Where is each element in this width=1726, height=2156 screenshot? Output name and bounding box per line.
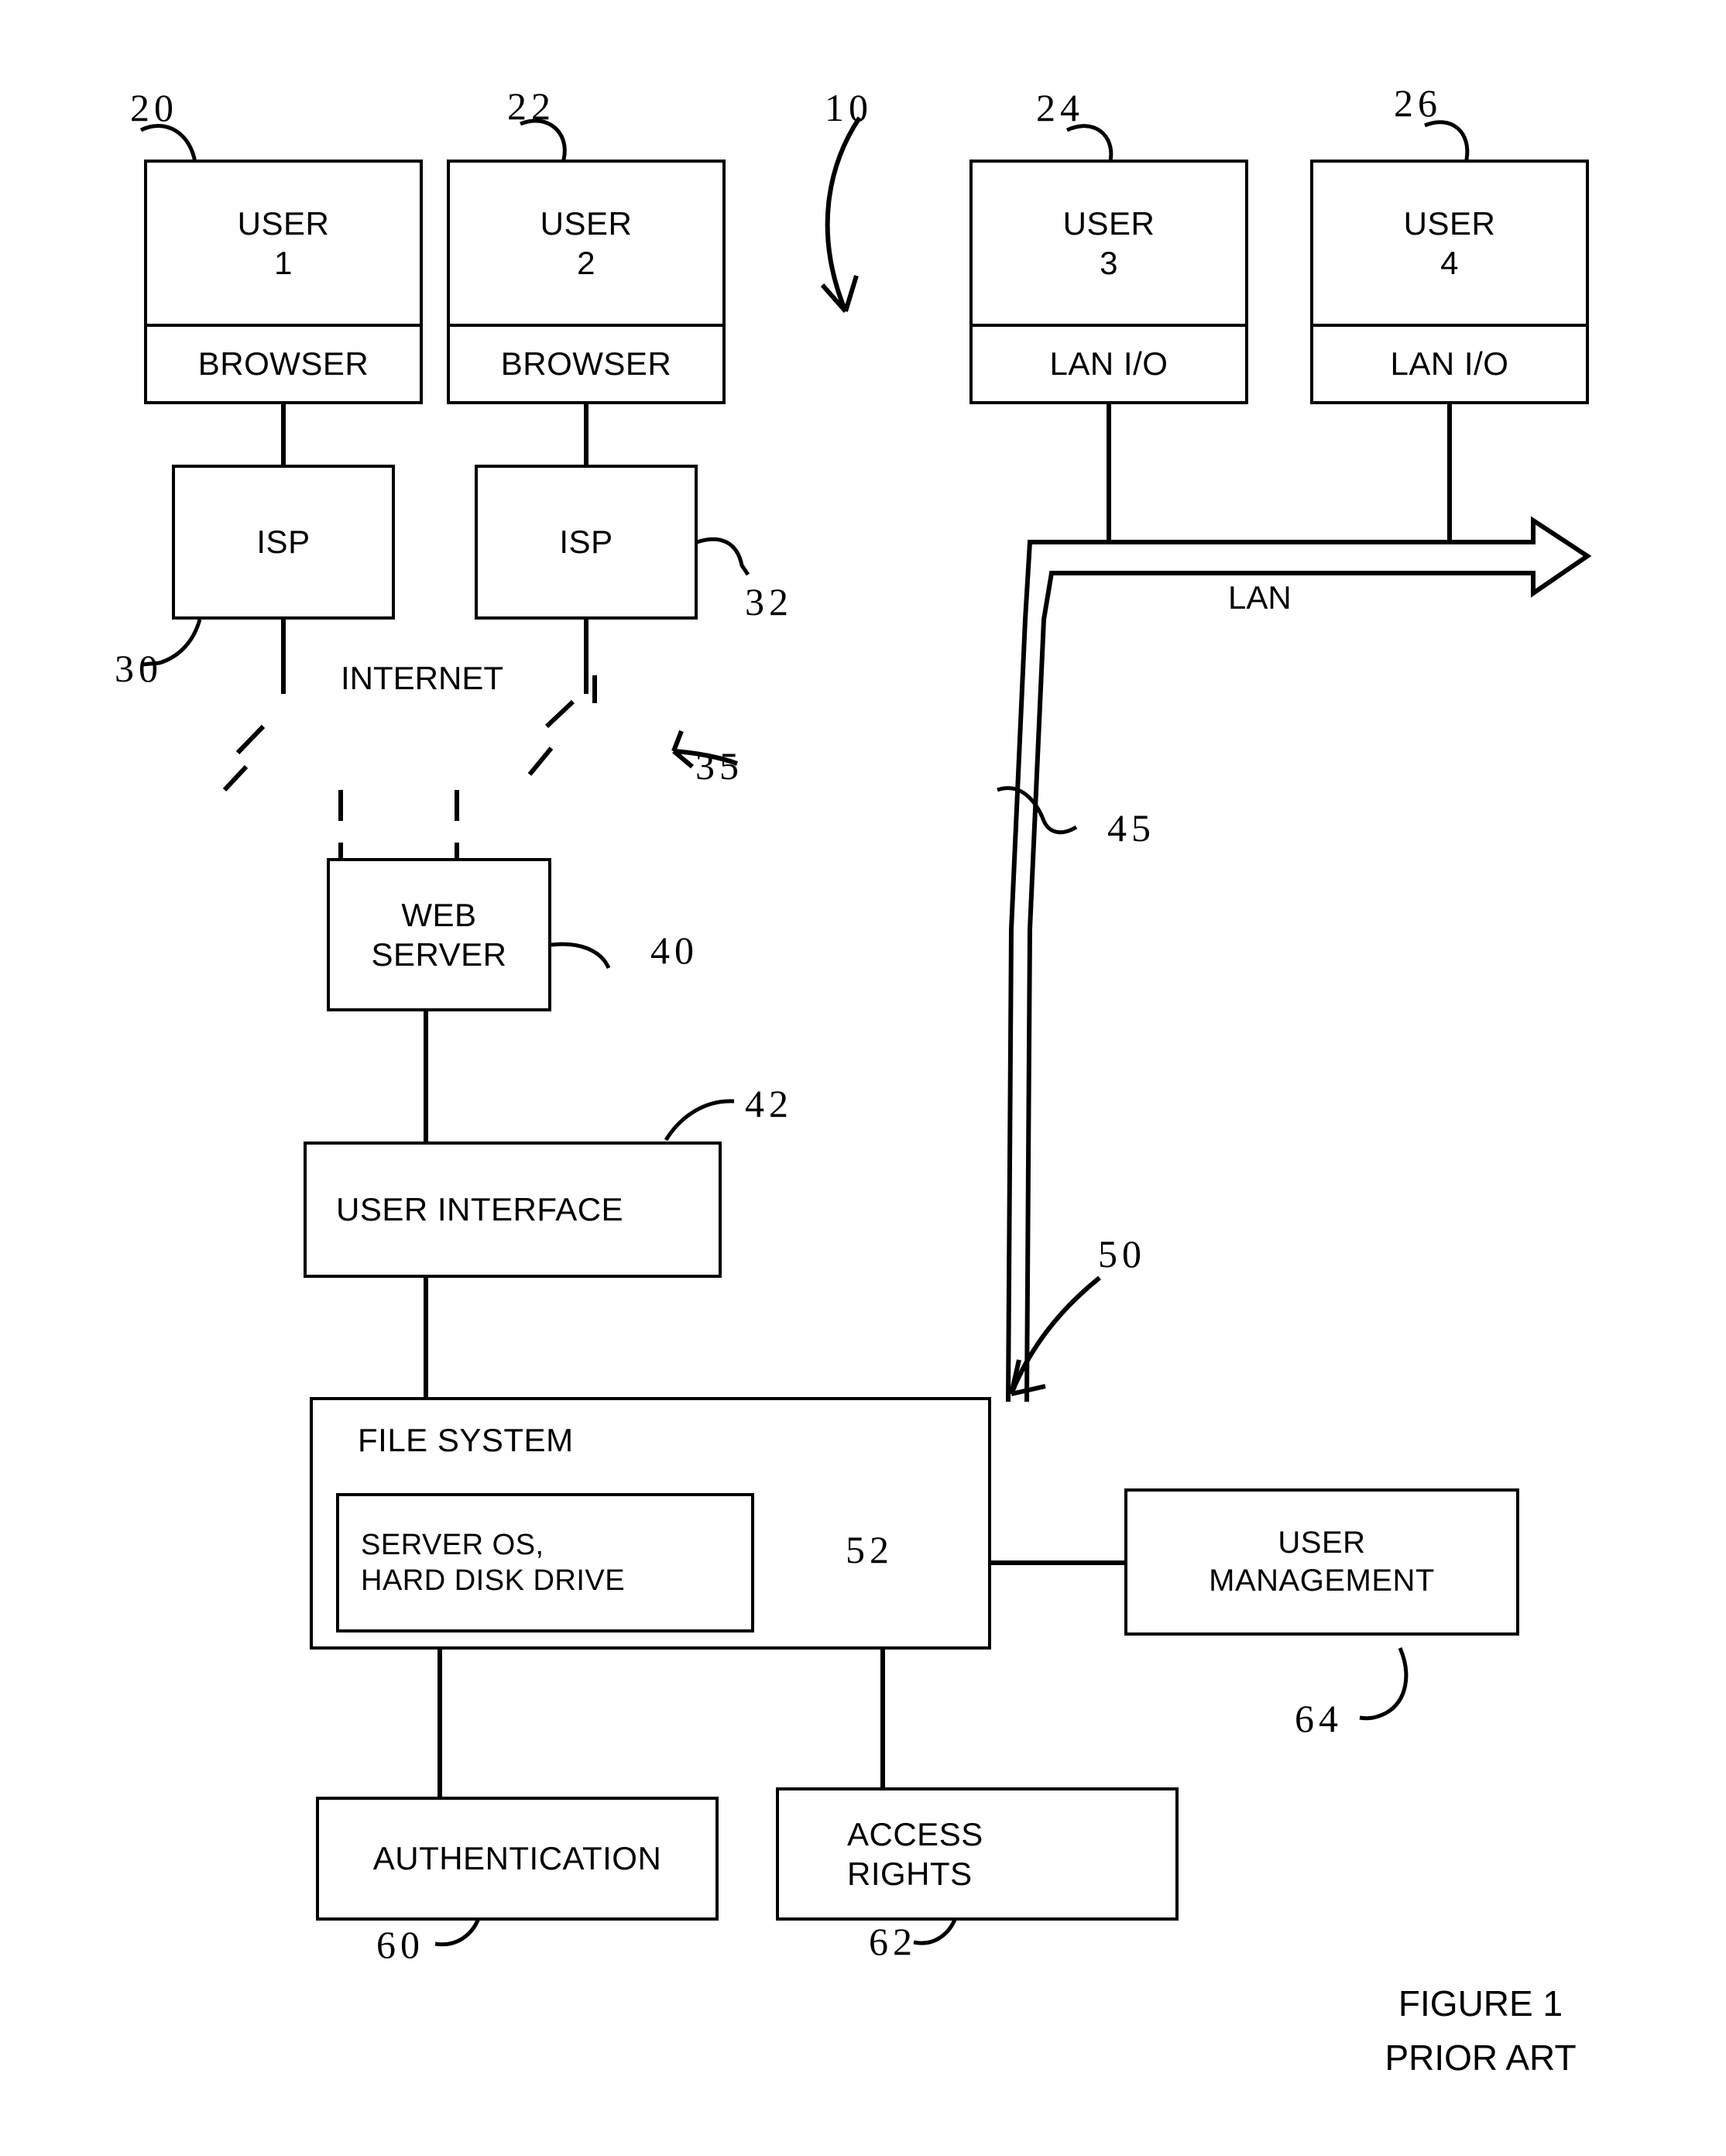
leader-50-curve: [1009, 1275, 1101, 1396]
lan-bus-arrow: [1006, 516, 1592, 1402]
node-server-os: SERVER OS, HARD DISK DRIVE: [336, 1493, 754, 1632]
node-user-interface: USER INTERFACE: [304, 1142, 722, 1278]
user2-title-label: USER 2: [540, 204, 633, 281]
authentication-label: AUTHENTICATION: [372, 1840, 662, 1877]
ref-42: 42: [745, 1082, 793, 1125]
ref-22: 22: [507, 84, 555, 128]
user4-lanio-label: LAN I/O: [1390, 345, 1509, 383]
node-user1-title: USER 1: [144, 160, 423, 327]
user3-title-label: USER 3: [1062, 204, 1155, 281]
file-system-label: FILE SYSTEM: [358, 1422, 574, 1458]
leader-32: [696, 537, 750, 576]
ref-30: 30: [115, 647, 163, 690]
internet-burst-2: [222, 764, 249, 792]
ref-32: 32: [745, 580, 793, 623]
user1-browser-label: BROWSER: [197, 345, 369, 383]
web-server-label: WEB SERVER: [371, 896, 507, 973]
server-os-label: SERVER OS, HARD DISK DRIVE: [361, 1528, 626, 1597]
user3-lanio-label: LAN I/O: [1049, 345, 1168, 383]
ref-35: 35: [695, 744, 743, 788]
user-interface-label: USER INTERFACE: [336, 1191, 624, 1228]
ref-24: 24: [1036, 86, 1084, 129]
isp2-label: ISP: [559, 524, 613, 561]
internet-burst-4: [527, 747, 554, 776]
internet-burst-1: [235, 724, 266, 755]
node-user2-title: USER 2: [447, 160, 726, 327]
figure-caption-line2: PRIOR ART: [1385, 2038, 1577, 2078]
isp1-label: ISP: [256, 524, 311, 561]
ref-64: 64: [1295, 1697, 1343, 1740]
leader-64: [1359, 1646, 1409, 1721]
ref-50: 50: [1098, 1232, 1146, 1275]
ref-40: 40: [650, 929, 698, 972]
node-access-rights: ACCESS RIGHTS: [776, 1787, 1179, 1921]
leader-42: [664, 1099, 735, 1142]
figure-caption-line1: FIGURE 1: [1398, 1983, 1563, 2024]
ref-60: 60: [376, 1923, 424, 1966]
user2-browser-label: BROWSER: [500, 345, 672, 383]
node-web-server: WEB SERVER: [327, 858, 551, 1011]
node-user4-title: USER 4: [1310, 160, 1589, 327]
ref-52: 52: [846, 1528, 894, 1571]
node-isp1: ISP: [172, 465, 395, 620]
internet-label: INTERNET: [341, 660, 503, 696]
user-management-label: USER MANAGEMENT: [1209, 1526, 1435, 1598]
node-user2-browser: BROWSER: [447, 327, 726, 404]
leader-40: [551, 942, 611, 970]
patent-figure-page: USER 1 BROWSER 20 USER 2 BROWSER 22 10 U…: [0, 0, 1726, 2156]
node-user4-lanio: LAN I/O: [1310, 327, 1589, 404]
ref-62: 62: [869, 1920, 917, 1963]
node-isp2: ISP: [475, 465, 698, 620]
ref-10: 10: [825, 86, 873, 129]
node-user-management: USER MANAGEMENT: [1124, 1488, 1519, 1636]
node-user3-title: USER 3: [969, 160, 1248, 327]
access-rights-label: ACCESS RIGHTS: [847, 1815, 983, 1892]
ref-45: 45: [1107, 806, 1155, 850]
ref-26: 26: [1394, 81, 1442, 125]
ref-20: 20: [130, 86, 178, 129]
node-user1-browser: BROWSER: [144, 327, 423, 404]
lan-label: LAN: [1228, 579, 1292, 616]
user4-title-label: USER 4: [1403, 204, 1496, 281]
node-user3-lanio: LAN I/O: [969, 327, 1248, 404]
internet-burst-3: [544, 699, 575, 729]
leader-35-arrowhead: [671, 730, 694, 769]
user1-title-label: USER 1: [237, 204, 330, 281]
node-authentication: AUTHENTICATION: [316, 1797, 719, 1921]
